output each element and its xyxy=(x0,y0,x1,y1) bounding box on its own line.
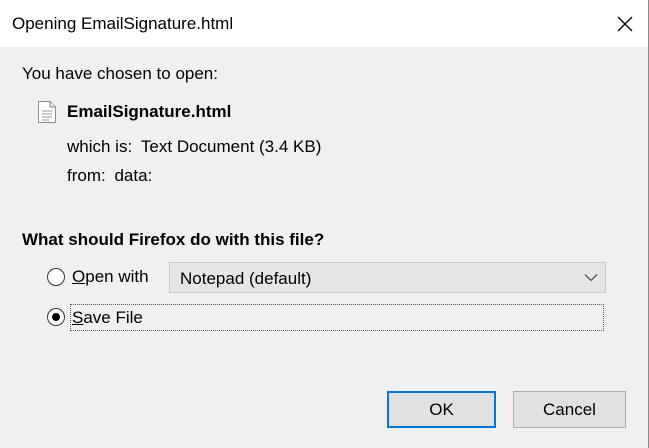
action-question: What should Firefox do with this file? xyxy=(22,230,325,249)
close-button[interactable] xyxy=(602,0,648,47)
save-file-access-key: S xyxy=(72,308,84,327)
title-bar: Opening EmailSignature.html xyxy=(0,0,648,47)
file-name: EmailSignature.html xyxy=(67,102,232,121)
open-with-label-text: pen with xyxy=(85,267,149,286)
application-select-value: Notepad (default) xyxy=(180,269,312,288)
file-source-row: from: data: xyxy=(67,166,152,186)
close-icon xyxy=(617,16,633,31)
application-select[interactable]: Notepad (default) xyxy=(169,262,606,293)
radio-selected-dot xyxy=(52,313,60,321)
file-source-label: from: xyxy=(67,166,106,185)
file-type-row: which is: Text Document (3.4 KB) xyxy=(67,137,321,157)
cancel-button[interactable]: Cancel xyxy=(513,391,626,428)
ok-button[interactable]: OK xyxy=(387,391,496,428)
text-document-icon xyxy=(38,101,56,123)
open-with-radio[interactable] xyxy=(47,268,65,286)
file-type-label: which is: xyxy=(67,137,133,156)
chevron-down-icon xyxy=(584,274,598,282)
save-file-label-text: ave File xyxy=(83,308,143,327)
open-with-access-key: O xyxy=(72,267,86,286)
file-source-value: data: xyxy=(114,166,153,185)
window-title: Opening EmailSignature.html xyxy=(12,14,234,33)
intro-text: You have chosen to open: xyxy=(22,64,218,83)
file-open-dialog: Opening EmailSignature.html You have cho… xyxy=(0,0,649,448)
save-file-label[interactable]: Save File xyxy=(72,308,143,328)
open-with-label[interactable]: Open with xyxy=(72,267,149,287)
file-type-value: Text Document (3.4 KB) xyxy=(140,137,322,156)
save-file-focus-ring xyxy=(70,304,604,331)
save-file-radio[interactable] xyxy=(47,308,65,326)
